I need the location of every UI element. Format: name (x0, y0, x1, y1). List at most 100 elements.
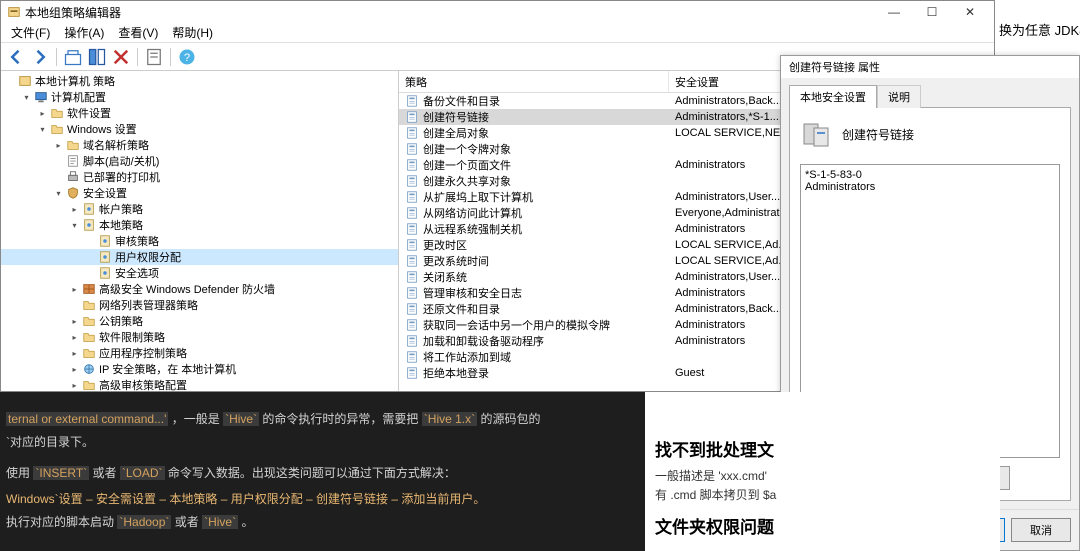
minimize-button[interactable]: — (876, 2, 912, 22)
article-text: 有 .cmd 脚本拷贝到 $a (655, 488, 776, 502)
tree-node[interactable]: ▸高级审核策略配置 (1, 377, 398, 391)
show-hide-button[interactable] (86, 46, 108, 68)
member-item[interactable]: Administrators (805, 181, 1055, 193)
tree-node[interactable]: 脚本(启动/关机) (1, 153, 398, 169)
menu-view[interactable]: 查看(V) (112, 22, 164, 43)
term-text: 的源码包的 (480, 412, 540, 426)
collapse-icon[interactable]: ▾ (21, 92, 32, 103)
dialog-tabs: 本地安全设置 说明 (789, 84, 1071, 108)
tab-explain[interactable]: 说明 (877, 85, 921, 108)
expand-icon[interactable]: ▸ (69, 284, 80, 295)
tree-node[interactable]: ▾本地策略 (1, 217, 398, 233)
tree-node[interactable]: ▾安全设置 (1, 185, 398, 201)
tree-node[interactable]: ▸ IP 安全策略，在 本地计算机 (1, 361, 398, 377)
folder-icon (82, 346, 96, 360)
policy-item-icon (405, 110, 419, 124)
tree-node[interactable]: 已部署的打印机 (1, 169, 398, 185)
close-button[interactable]: ✕ (952, 2, 988, 22)
tree-label: 已部署的打印机 (83, 169, 160, 185)
properties-button[interactable] (143, 46, 165, 68)
tree-node[interactable]: ▸ 高级安全 Windows Defender 防火墙 (1, 281, 398, 297)
policy-name-cell: 从扩展坞上取下计算机 (399, 189, 669, 205)
expand-icon[interactable]: ▸ (69, 204, 80, 215)
help-button[interactable]: ? (176, 46, 198, 68)
maximize-button[interactable]: ☐ (914, 2, 950, 22)
security-icon (66, 186, 80, 200)
collapse-icon[interactable]: ▾ (37, 124, 48, 135)
collapse-icon[interactable]: ▾ (53, 188, 64, 199)
tree-label: 域名解析策略 (83, 137, 149, 153)
policy-name-cell: 创建一个页面文件 (399, 157, 669, 173)
forward-button[interactable] (29, 46, 51, 68)
tree-node[interactable]: 审核策略 (1, 233, 398, 249)
tree-node[interactable]: ▾Windows 设置 (1, 121, 398, 137)
folder-icon (50, 122, 64, 136)
menu-file[interactable]: 文件(F) (5, 22, 56, 43)
tree-node[interactable]: ▸帐户策略 (1, 201, 398, 217)
back-button[interactable] (5, 46, 27, 68)
tree-label: 计算机配置 (51, 89, 106, 105)
term-text: 使用 (6, 466, 30, 480)
tree-label: IP 安全策略，在 本地计算机 (99, 361, 236, 377)
title-bar: 本地组策略编辑器 — ☐ ✕ (1, 1, 994, 23)
ipsec-icon (82, 362, 96, 376)
policy-name-cell: 创建永久共享对象 (399, 173, 669, 189)
policy-item-icon (405, 206, 419, 220)
term-text: 。 (241, 515, 253, 529)
policy-item-icon (405, 302, 419, 316)
tree-node[interactable]: ▸ 软件设置 (1, 105, 398, 121)
member-item[interactable]: *S-1-5-83-0 (805, 169, 1055, 181)
tree-node[interactable]: 安全选项 (1, 265, 398, 281)
tree-label: 脚本(启动/关机) (83, 153, 159, 169)
article-heading-1: 找不到批处理文 (655, 436, 990, 461)
term-step: Windows`设置 – 安全需设置 – 本地策略 – 用户权限分配 – 创建符… (6, 488, 639, 511)
col-policy[interactable]: 策略 (399, 71, 669, 92)
tree-label: 应用程序控制策略 (99, 345, 187, 361)
printer-icon (66, 170, 80, 184)
menu-help[interactable]: 帮助(H) (166, 22, 219, 43)
root-icon (18, 74, 32, 88)
cancel-button[interactable]: 取消 (1011, 518, 1071, 542)
folder-icon (82, 330, 96, 344)
up-button[interactable] (62, 46, 84, 68)
delete-button[interactable] (110, 46, 132, 68)
tree-label: 软件设置 (67, 105, 111, 121)
tree-node[interactable]: 网络列表管理器策略 (1, 297, 398, 313)
expand-icon[interactable]: ▸ (37, 108, 48, 119)
expand-icon[interactable]: ▸ (69, 380, 80, 391)
tab-local-security[interactable]: 本地安全设置 (789, 85, 877, 108)
expand-icon[interactable]: ▸ (69, 316, 80, 327)
svg-text:?: ? (184, 51, 190, 63)
tree-node[interactable]: 本地计算机 策略 (1, 73, 398, 89)
policy-item-icon (405, 174, 419, 188)
tree-node[interactable]: ▾ 计算机配置 (1, 89, 398, 105)
policy-item-icon (405, 142, 419, 156)
tree-node[interactable]: 用户权限分配 (1, 249, 398, 265)
term-text: `Hive` (223, 412, 259, 426)
collapse-icon[interactable]: ▾ (69, 220, 80, 231)
term-text: `LOAD` (120, 466, 165, 480)
navigation-tree[interactable]: 本地计算机 策略▾计算机配置▸软件设置▾Windows 设置▸域名解析策略脚本(… (1, 71, 399, 391)
policy-name-cell: 拒绝本地登录 (399, 365, 669, 381)
article-snippet: 找不到批处理文 一般描述是 'xxx.cmd' 有 .cmd 脚本拷贝到 $a … (645, 392, 1000, 551)
tree-label: 本地计算机 策略 (35, 73, 115, 89)
expand-icon[interactable]: ▸ (53, 140, 64, 151)
policy-name-cell: 从远程系统强制关机 (399, 221, 669, 237)
policy-item-icon (405, 318, 419, 332)
policy-name-cell: 创建全局对象 (399, 125, 669, 141)
tree-node[interactable]: ▸ 软件限制策略 (1, 329, 398, 345)
tree-label: 软件限制策略 (99, 329, 165, 345)
tree-node[interactable]: ▸ 域名解析策略 (1, 137, 398, 153)
expand-icon[interactable]: ▸ (69, 332, 80, 343)
expand-icon[interactable]: ▸ (69, 364, 80, 375)
tree-label: 高级安全 Windows Defender 防火墙 (99, 281, 275, 297)
policy-name-cell: 创建一个令牌对象 (399, 141, 669, 157)
folder-icon (82, 298, 96, 312)
menu-action[interactable]: 操作(A) (58, 22, 110, 43)
tree-node[interactable]: ▸公钥策略 (1, 313, 398, 329)
window-controls: — ☐ ✕ (876, 2, 988, 22)
expand-icon[interactable]: ▸ (69, 348, 80, 359)
folder-icon (50, 106, 64, 120)
tree-node[interactable]: ▸ 应用程序控制策略 (1, 345, 398, 361)
policy-icon (82, 202, 96, 216)
